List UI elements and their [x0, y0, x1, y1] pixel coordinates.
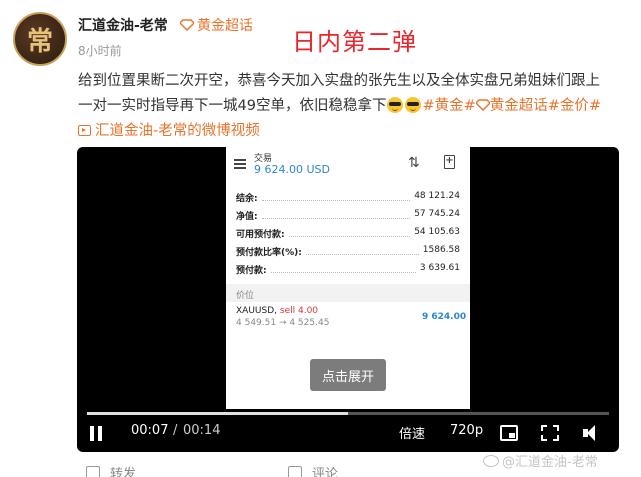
comment-button[interactable]: 评论 [288, 463, 338, 477]
avatar-char: 常 [26, 26, 53, 57]
hashtag-gold-price[interactable]: #金价# [548, 98, 601, 114]
position-prices: 4 549.51 → 4 525.45 [236, 318, 330, 328]
total-time: 00:14 [183, 423, 221, 438]
weibo-icon [483, 454, 499, 467]
current-time: 00:07 [131, 423, 169, 438]
account-row: 结余: 48 121.24 [236, 191, 460, 204]
watermark: @汇道金油-老常 [483, 451, 598, 470]
video-link-icon [78, 125, 91, 136]
position-symbol: XAUUSD, sell 4.00 [236, 306, 319, 316]
account-row: 预付款: 3 639.61 [236, 263, 460, 276]
diamond-icon [475, 99, 490, 111]
badge-label: 黄金超话 [197, 18, 253, 34]
super-topic-badge[interactable]: 黄金超话 [180, 15, 253, 35]
quality-button[interactable]: 720p [450, 423, 483, 438]
account-row: 净值: 57 745.24 [236, 209, 460, 222]
fullscreen-icon[interactable] [541, 425, 559, 441]
hamburger-icon [234, 159, 246, 169]
position-profit: 9 624.00 [422, 312, 467, 322]
cool-emoji-icon [387, 97, 404, 113]
trade-balance: 9 624.00 USD [254, 163, 330, 176]
sort-icon: ⇅ [408, 155, 420, 171]
comment-icon [288, 465, 302, 477]
post-time[interactable]: 8小时前 [78, 42, 122, 59]
volume-icon[interactable] [582, 425, 600, 441]
video-player[interactable]: 交易 9 624.00 USD ⇅ + 结余: 48 121.24 净值: 57 7… [77, 147, 619, 452]
post-text-line2: 一对一实时指导再下一城49空单，依旧稳稳拿下 [78, 98, 387, 114]
speed-button[interactable]: 倍速 [399, 423, 425, 442]
add-order-icon: + [444, 155, 455, 169]
super-topic-link[interactable]: 黄金超话 [490, 98, 548, 114]
position-side: sell 4.00 [279, 306, 319, 316]
hashtag-gold[interactable]: #黄金# [422, 98, 475, 114]
share-icon [86, 465, 100, 477]
positions-section-header: 价位 [226, 284, 470, 302]
progress-bar[interactable] [87, 412, 609, 415]
account-row: 可用预付款: 54 105.63 [236, 227, 460, 240]
cool-emoji-icon [405, 97, 422, 113]
expand-button[interactable]: 点击展开 [310, 359, 386, 391]
post-text-line1: 给到位置果断二次开空，恭喜今天加入实盘的张先生以及全体实盘兄弟姐妹们跟上 [78, 73, 600, 89]
author-name[interactable]: 汇道金油-老常 [78, 15, 168, 35]
overlay-title: 日内第二弹 [292, 28, 417, 56]
pause-icon[interactable] [89, 426, 103, 441]
account-row: 预付款比率(%): 1586.58 [236, 245, 460, 258]
share-button[interactable]: 转发 [86, 463, 136, 477]
progress-fill [87, 412, 348, 415]
post-text: 给到位置果断二次开空，恭喜今天加入实盘的张先生以及全体实盘兄弟姐妹们跟上 一对一… [78, 69, 638, 144]
time-separator: / [173, 423, 178, 438]
picture-in-picture-icon[interactable] [500, 425, 518, 441]
diamond-icon [180, 19, 194, 31]
avatar[interactable]: 常 [13, 12, 67, 66]
video-link[interactable]: 汇道金油-老常的微博视频 [95, 123, 260, 139]
